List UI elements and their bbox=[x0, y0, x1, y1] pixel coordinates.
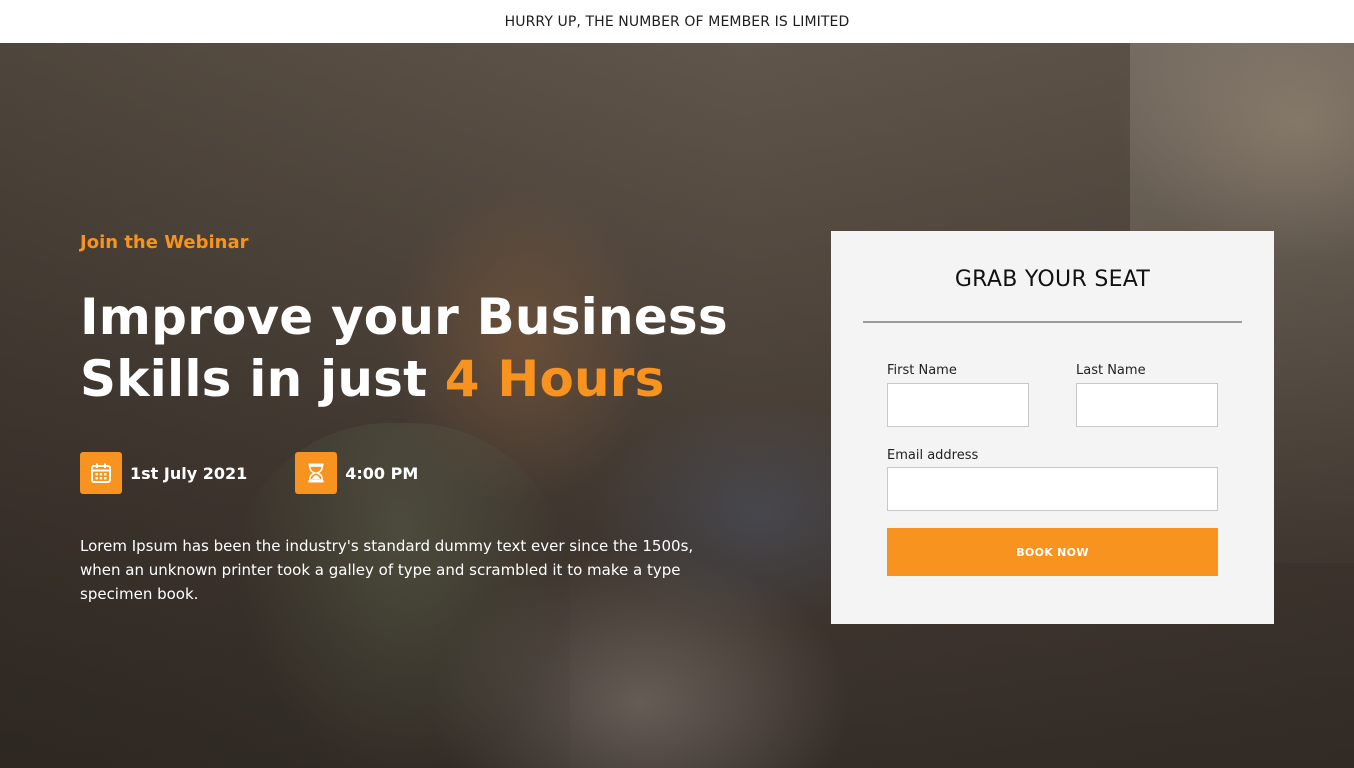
form-divider bbox=[863, 321, 1242, 323]
hero-content: Join the Webinar Improve your Business S… bbox=[80, 230, 760, 606]
first-name-input[interactable] bbox=[887, 383, 1029, 427]
headline-accent: 4 Hours bbox=[444, 350, 665, 408]
first-name-label: First Name bbox=[887, 363, 957, 378]
last-name-label: Last Name bbox=[1076, 363, 1146, 378]
email-input[interactable] bbox=[887, 467, 1218, 511]
email-label: Email address bbox=[887, 448, 979, 463]
book-now-button[interactable]: BOOK NOW bbox=[887, 528, 1218, 576]
registration-form: GRAB YOUR SEAT First Name Last Name Emai… bbox=[831, 231, 1274, 624]
event-date: 1st July 2021 bbox=[80, 452, 247, 494]
eyebrow-text: Join the Webinar bbox=[80, 232, 249, 253]
form-title: GRAB YOUR SEAT bbox=[954, 267, 1151, 292]
page-title: Improve your Business Skills in just 4 H… bbox=[80, 286, 760, 410]
headline-line-2: Skills in just bbox=[80, 350, 445, 408]
calendar-icon bbox=[80, 452, 122, 494]
event-date-text: 1st July 2021 bbox=[130, 463, 248, 483]
banner-text: HURRY UP, THE NUMBER OF MEMBER IS LIMITE… bbox=[504, 13, 850, 30]
headline-line-1: Improve your Business bbox=[80, 288, 728, 346]
event-meta: 1st July 2021 4:00 PM bbox=[80, 452, 760, 494]
event-time-text: 4:00 PM bbox=[345, 463, 419, 483]
event-description: Lorem Ipsum has been the industry's stan… bbox=[80, 537, 694, 603]
event-time: 4:00 PM bbox=[295, 452, 418, 494]
announcement-banner: HURRY UP, THE NUMBER OF MEMBER IS LIMITE… bbox=[0, 0, 1354, 43]
last-name-input[interactable] bbox=[1076, 383, 1218, 427]
hourglass-icon bbox=[295, 452, 338, 494]
